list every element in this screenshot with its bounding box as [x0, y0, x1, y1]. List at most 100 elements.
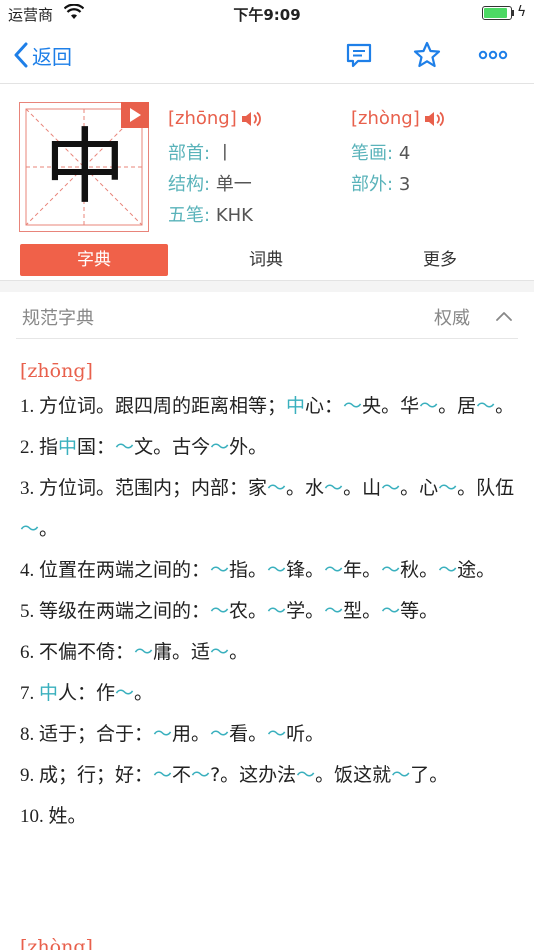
- highlighted-character: ～: [115, 436, 135, 458]
- definition-text: 位置在两端之间的：: [39, 559, 211, 581]
- structure-value: 单一: [215, 174, 252, 195]
- definition-text: 看。: [229, 723, 268, 745]
- strokes-label: 笔画:: [351, 143, 394, 164]
- wubi-row: 五笔: KHK: [168, 201, 253, 227]
- status-time: 下午9:09: [233, 6, 301, 24]
- definition-text: 农。: [229, 600, 268, 622]
- definition-item: 7. 中人：作～。: [20, 673, 520, 714]
- tab-more[interactable]: 更多: [366, 244, 514, 276]
- definition-text: 用。: [172, 723, 211, 745]
- definition-text: 型。: [343, 600, 382, 622]
- definition-text: 成；行；好：: [39, 764, 154, 786]
- highlighted-character: ～: [153, 723, 173, 745]
- highlighted-character: ～: [324, 600, 344, 622]
- back-label: 返回: [32, 44, 72, 69]
- definition-text: 听。: [286, 723, 325, 745]
- definition-text: 。水: [286, 477, 325, 499]
- wubi-label: 五笔:: [168, 205, 211, 226]
- status-bar: 运营商 下午9:09 ϟ: [0, 0, 534, 28]
- definition-number: 7.: [20, 683, 39, 704]
- definition-text: 途。: [457, 559, 496, 581]
- highlighted-character: ～: [381, 477, 401, 499]
- highlighted-character: ～: [438, 477, 458, 499]
- definition-number: 5.: [20, 601, 39, 622]
- structure-row: 结构: 单一: [168, 170, 252, 196]
- pinyin-2[interactable]: [zhòng]: [351, 108, 446, 129]
- highlighted-character: ～: [267, 477, 287, 499]
- highlighted-character: ～: [324, 559, 344, 581]
- definition-number: 10.: [20, 806, 49, 827]
- highlighted-character: ～: [210, 641, 230, 663]
- back-button[interactable]: 返回: [14, 38, 72, 72]
- outside-strokes-label: 部外:: [351, 174, 394, 195]
- charging-icon: ϟ: [517, 4, 527, 20]
- definition-text: 国：: [77, 436, 116, 458]
- pinyin-2-text: [zhòng]: [351, 108, 420, 129]
- definition-text: 指。: [229, 559, 268, 581]
- highlighted-character: ～: [210, 600, 230, 622]
- chevron-up-icon[interactable]: [495, 310, 513, 322]
- wubi-value: KHK: [215, 205, 253, 226]
- definition-text: 姓。: [48, 805, 87, 827]
- radical-label: 部首:: [168, 143, 211, 164]
- radical-value: 丨: [215, 143, 234, 164]
- definition-text: 。队伍: [457, 477, 515, 499]
- definition-item: 2. 指中国：～文。古今～外。: [20, 427, 520, 468]
- highlighted-character: 中: [286, 395, 306, 417]
- section-divider: [0, 280, 534, 292]
- definition-text: 学。: [286, 600, 325, 622]
- header-divider: [16, 338, 518, 339]
- definition-number: 2.: [20, 437, 39, 458]
- definition-item: 9. 成；行；好：～不～?。这办法～。饭这就～了。: [20, 755, 520, 796]
- tab-zidian[interactable]: 字典: [20, 244, 168, 276]
- definition-number: 3.: [20, 478, 39, 499]
- definition-item: 10. 姓。: [20, 796, 520, 837]
- highlighted-character: ～: [267, 723, 287, 745]
- highlighted-character: ～: [391, 764, 411, 786]
- definition-item: 4. 位置在两端之间的：～指。～锋。～年。～秋。～途。: [20, 550, 520, 591]
- highlighted-character: ～: [343, 395, 363, 417]
- outside-strokes-value: 3: [398, 174, 411, 195]
- definition-text: 。: [134, 682, 154, 704]
- highlighted-character: ～: [210, 723, 230, 745]
- highlighted-character: ～: [476, 395, 496, 417]
- definition-text: 锋。: [286, 559, 325, 581]
- outside-strokes-row: 部外: 3: [351, 170, 410, 196]
- play-stroke-button[interactable]: [121, 102, 149, 128]
- authority-label: 权威: [434, 308, 470, 329]
- highlighted-character: ～: [210, 436, 230, 458]
- structure-label: 结构:: [168, 174, 211, 195]
- dictionary-section-header[interactable]: 规范字典 权威: [0, 292, 534, 340]
- definition-text: 方位词。范围内；内部：家: [39, 477, 268, 499]
- definition-text: 。: [495, 395, 515, 417]
- definition-text: 方位词。跟四周的距离相等；: [39, 395, 287, 417]
- highlighted-character: ～: [296, 764, 316, 786]
- definition-text: 年。: [343, 559, 382, 581]
- definition-content: [zhōng] 1. 方位词。跟四周的距离相等；中心：～央。华～。居～。 2. 指…: [20, 356, 520, 837]
- definition-text: 。山: [343, 477, 382, 499]
- definition-text: 适于；合于：: [39, 723, 154, 745]
- definition-text: 文。古今: [134, 436, 211, 458]
- comment-icon[interactable]: [344, 40, 374, 70]
- more-icon[interactable]: [478, 40, 508, 70]
- highlighted-character: ～: [267, 559, 287, 581]
- definition-text: 不: [172, 764, 192, 786]
- character-box: 中: [19, 102, 149, 232]
- entry-pinyin-next: [zhòng]: [20, 936, 93, 950]
- definition-text: 不偏不倚：: [39, 641, 135, 663]
- definition-text: 心：: [305, 395, 344, 417]
- star-icon[interactable]: [412, 40, 442, 70]
- tab-cidian[interactable]: 词典: [192, 244, 340, 276]
- highlighted-character: ～: [438, 559, 458, 581]
- definition-text: 秋。: [400, 559, 439, 581]
- definition-item: 6. 不偏不倚：～庸。适～。: [20, 632, 520, 673]
- tab-bar: 字典 词典 更多: [20, 244, 514, 276]
- definition-number: 9.: [20, 765, 39, 786]
- definition-text: 。心: [400, 477, 439, 499]
- pinyin-1[interactable]: [zhōng]: [168, 108, 263, 129]
- strokes-row: 笔画: 4: [351, 139, 410, 165]
- pinyin-1-text: [zhōng]: [168, 108, 237, 129]
- highlighted-character: ～: [324, 477, 344, 499]
- definition-text: 。: [39, 518, 59, 540]
- speaker-icon: [424, 111, 444, 126]
